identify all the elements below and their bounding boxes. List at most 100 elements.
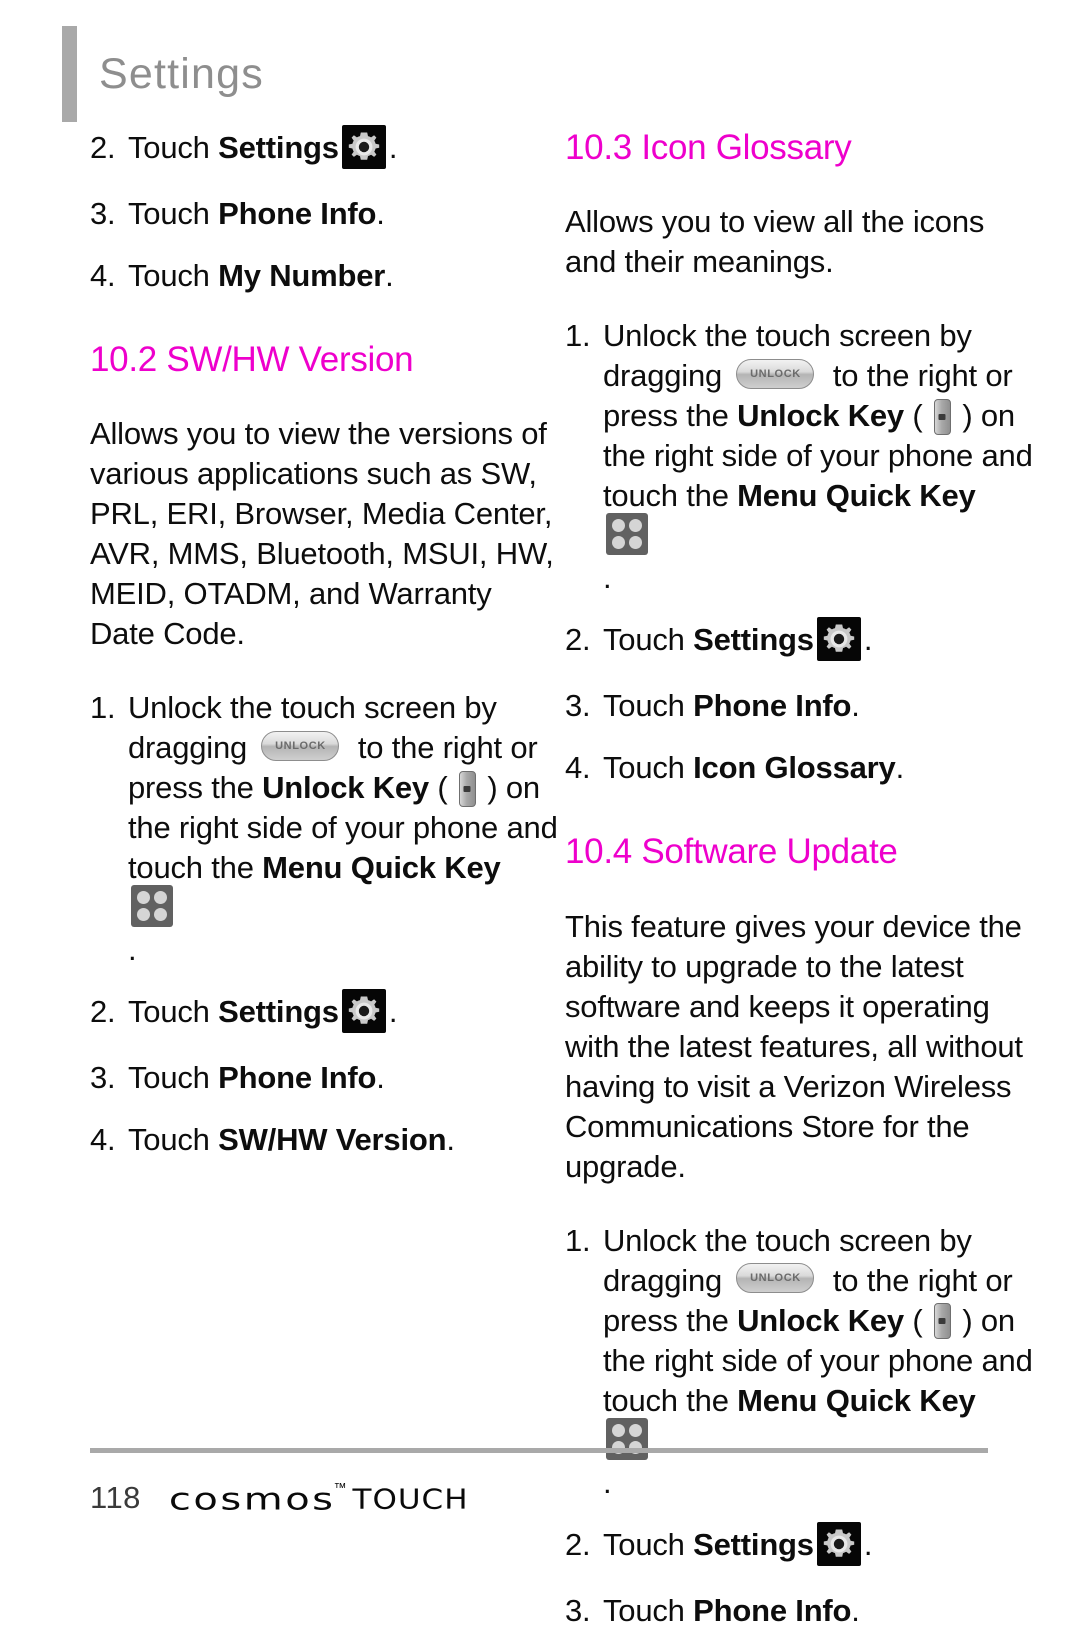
list-item: 2. Touch Settings. <box>565 1521 1035 1569</box>
settings-gear-icon <box>341 125 386 169</box>
step-text-bold: Phone Info <box>218 196 377 231</box>
step-text: Unlock the touch screen by dragging UNLO… <box>128 688 560 970</box>
unlock-key-icon <box>458 771 476 808</box>
step-number: 4. <box>565 750 591 786</box>
brand-logo: cosmos ™ TOUCH <box>169 1475 469 1515</box>
step-text-bold: Icon Glossary <box>693 750 896 786</box>
list-item: 1. Unlock the touch screen by dragging U… <box>90 688 560 970</box>
list-item: 3. Touch Phone Info. <box>565 1591 1035 1631</box>
step-text: Touch Settings. <box>128 989 560 1036</box>
unlock-key-icon <box>933 399 951 436</box>
unlock-slider-icon: UNLOCK <box>261 731 344 763</box>
section-paragraph-icon-glossary: Allows you to view all the icons and the… <box>565 204 985 280</box>
settings-gear-icon <box>816 617 861 662</box>
step-text: Touch Settings. <box>603 1521 1035 1569</box>
step-text-part-3: ( <box>903 398 931 434</box>
unlock-slider-label: UNLOCK <box>275 739 326 752</box>
page-number: 118 <box>90 1480 141 1515</box>
step-text-pre: Touch <box>603 1526 694 1562</box>
trademark-symbol: ™ <box>333 1480 347 1495</box>
settings-gear-icon <box>341 989 386 1034</box>
list-item: 4. Touch My Number. <box>90 256 560 296</box>
step-number: 2. <box>565 622 591 658</box>
step-text-post: . <box>895 750 905 786</box>
step-text-bold-unlock-key: Unlock Key <box>262 770 429 806</box>
step-text: Touch Phone Info. <box>128 194 560 234</box>
step-text-post: . <box>863 1526 873 1562</box>
step-text-post: . <box>851 688 860 724</box>
step-text: Touch SW/HW Version. <box>128 1120 560 1160</box>
step-number: 3. <box>90 196 116 231</box>
brand-suffix: TOUCH <box>352 1484 469 1516</box>
list-item: 3. Touch Phone Info. <box>90 1058 560 1098</box>
step-text-bold: Settings <box>693 622 814 658</box>
step-text: Touch Phone Info. <box>128 1058 560 1098</box>
step-text-bold-unlock-key: Unlock Key <box>737 1302 904 1338</box>
right-column: 10.3 Icon Glossary Allows you to view al… <box>565 128 1035 1631</box>
step-text-pre: Touch <box>128 258 219 293</box>
step-number: 2. <box>90 994 116 1030</box>
footer-content: 118 cosmos ™ TOUCH <box>90 1475 990 1516</box>
unlock-slider-label: UNLOCK <box>750 1271 801 1284</box>
step-text: Touch Settings. <box>603 617 1035 664</box>
unlock-slider-icon: UNLOCK <box>736 1263 819 1295</box>
step-text-bold-menu-quick-key: Menu Quick Key <box>737 478 976 514</box>
step-text-pre: Touch <box>603 1592 694 1628</box>
step-text-bold: Settings <box>693 1526 814 1562</box>
step-text: Touch Phone Info. <box>603 686 1035 726</box>
step-text-post: . <box>446 1122 455 1158</box>
step-text-pre: Touch <box>128 994 219 1030</box>
step-text-pre: Touch <box>128 130 219 166</box>
section-heading-sw-hw-version: 10.2 SW/HW Version <box>90 340 414 379</box>
step-number: 3. <box>90 1060 116 1096</box>
step-text: Touch My Number. <box>128 256 560 296</box>
list-item: 4. Touch SW/HW Version. <box>90 1120 560 1160</box>
step-text-pre: Touch <box>128 1060 219 1096</box>
list-item: 3. Touch Phone Info. <box>90 194 560 234</box>
header-accent-bar <box>62 26 77 122</box>
page-header: Settings <box>62 26 264 122</box>
step-text-bold-unlock-key: Unlock Key <box>737 398 904 434</box>
step-text-post: . <box>388 130 398 166</box>
step-text: Touch Icon Glossary. <box>603 748 1035 788</box>
step-text-bold: Settings <box>218 130 339 166</box>
step-text-part-3: ( <box>903 1302 931 1338</box>
step-text-bold: Settings <box>218 994 339 1030</box>
page-title: Settings <box>99 49 264 98</box>
page-footer: 118 cosmos ™ TOUCH <box>90 1448 990 1516</box>
left-column: 2. Touch Settings. 3. Touch Phone Info. … <box>90 125 560 1160</box>
list-item: 3. Touch Phone Info. <box>565 686 1035 726</box>
step-text-pre: Touch <box>128 1122 219 1158</box>
step-text-pre: Touch <box>603 622 694 658</box>
step-text-post: . <box>863 622 873 658</box>
step-text-bold: Phone Info <box>218 1060 377 1096</box>
step-number: 1. <box>90 690 116 726</box>
list-item: 2. Touch Settings. <box>565 617 1035 664</box>
step-text-pre: Touch <box>128 196 219 231</box>
unlock-slider-icon: UNLOCK <box>736 359 819 391</box>
step-number: 4. <box>90 258 116 293</box>
step-text-bold-menu-quick-key: Menu Quick Key <box>737 1382 976 1418</box>
section-paragraph-sw-hw-version: Allows you to view the versions of vario… <box>90 416 554 652</box>
step-number: 2. <box>90 130 116 165</box>
step-text: Touch Phone Info. <box>603 1591 1035 1631</box>
step-text: Unlock the touch screen by dragging UNLO… <box>603 316 1035 598</box>
unlock-key-icon <box>933 1303 951 1340</box>
content-columns: 2. Touch Settings. 3. Touch Phone Info. … <box>0 125 1080 1631</box>
step-text-post: . <box>388 994 398 1030</box>
step-number: 1. <box>565 1222 591 1258</box>
step-number: 3. <box>565 688 591 724</box>
step-text-bold: My Number <box>218 258 386 293</box>
list-item: 2. Touch Settings. <box>90 989 560 1036</box>
step-text-post: . <box>376 1060 385 1096</box>
step-number: 3. <box>565 1592 591 1628</box>
step-number: 4. <box>90 1122 116 1158</box>
brand-name: cosmos <box>168 1482 336 1518</box>
menu-quick-key-icon <box>131 885 173 928</box>
step-number: 1. <box>565 318 591 354</box>
step-text-part-5: . <box>128 932 137 968</box>
step-text-post: . <box>376 196 385 231</box>
step-text-post: . <box>851 1592 860 1628</box>
footer-divider <box>90 1448 988 1453</box>
step-text-bold: Phone Info <box>693 1592 852 1628</box>
